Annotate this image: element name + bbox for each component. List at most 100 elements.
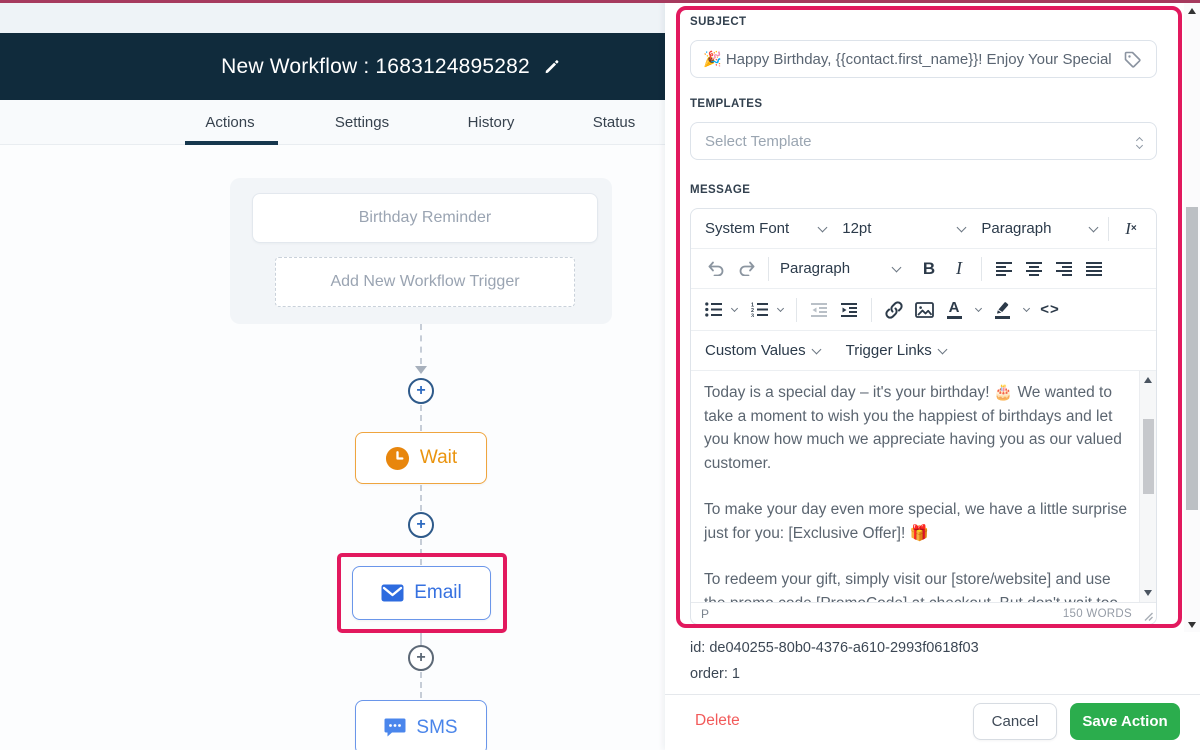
rich-text-editor: System Font 12pt Paragraph I× xyxy=(690,208,1157,625)
align-center-icon xyxy=(1026,262,1043,276)
numbered-list-options-button[interactable] xyxy=(771,295,789,325)
indent-button[interactable] xyxy=(834,295,864,325)
tab-status[interactable]: Status xyxy=(593,100,636,145)
numbered-list-button[interactable]: 123 xyxy=(747,295,771,325)
chevron-down-icon xyxy=(892,262,902,272)
add-step-button-1[interactable]: + xyxy=(408,378,434,404)
link-icon xyxy=(885,301,903,319)
highlighter-icon xyxy=(994,301,1010,314)
action-settings-panel: SUBJECT TEMPLATES Select Template MESSAG… xyxy=(665,0,1200,750)
add-step-button-3[interactable]: + xyxy=(408,645,434,671)
font-size-select[interactable]: 12pt xyxy=(838,220,969,237)
element-path: P xyxy=(701,607,709,621)
scroll-up-icon xyxy=(1188,8,1196,14)
subject-label: SUBJECT xyxy=(690,16,746,28)
align-center-button[interactable] xyxy=(1019,254,1049,284)
redo-button[interactable] xyxy=(731,254,761,284)
pencil-icon xyxy=(544,59,559,74)
left-top-strip xyxy=(0,3,665,33)
word-count: 150 WORDS xyxy=(1063,608,1148,620)
undo-button[interactable] xyxy=(701,254,731,284)
custom-values-dropdown[interactable]: Custom Values xyxy=(705,342,820,359)
source-code-button[interactable]: <> xyxy=(1035,295,1065,325)
text-color-options-button[interactable] xyxy=(969,295,987,325)
workflow-canvas: Birthday Reminder Add New Workflow Trigg… xyxy=(0,145,665,750)
toolbar-row-1: System Font 12pt Paragraph I× xyxy=(691,209,1156,249)
edit-title-button[interactable] xyxy=(544,59,559,74)
delete-button[interactable]: Delete xyxy=(695,712,740,730)
workflow-canvas-column: New Workflow : 1683124895282 Actions Set… xyxy=(0,0,665,750)
email-node[interactable]: Email xyxy=(352,566,491,620)
connector-line xyxy=(420,672,422,698)
scroll-up-icon xyxy=(1144,377,1152,383)
tab-actions[interactable]: Actions xyxy=(205,100,254,145)
template-select[interactable]: Select Template xyxy=(690,122,1157,160)
highlight-color-button[interactable] xyxy=(987,295,1017,325)
connector-line xyxy=(420,405,422,431)
workflow-header: New Workflow : 1683124895282 xyxy=(0,33,665,100)
bold-button[interactable]: B xyxy=(914,254,944,284)
toolbar-row-3: 123 A xyxy=(691,289,1156,331)
cancel-button[interactable]: Cancel xyxy=(973,703,1057,740)
image-icon xyxy=(915,302,934,318)
undo-icon xyxy=(708,261,725,276)
add-new-workflow-trigger-button[interactable]: Add New Workflow Trigger xyxy=(275,257,575,307)
action-id-text: id: de040255-80b0-4376-a610-2993f0618f03 xyxy=(690,640,979,656)
outdent-button[interactable] xyxy=(804,295,834,325)
scrollbar-thumb xyxy=(1143,419,1154,494)
align-right-button[interactable] xyxy=(1049,254,1079,284)
paragraph-format-select[interactable]: Paragraph xyxy=(776,260,904,277)
align-justify-icon xyxy=(1086,262,1103,276)
clear-formatting-button[interactable]: I× xyxy=(1116,214,1146,244)
chevron-down-icon xyxy=(818,222,828,232)
connector-line xyxy=(420,324,422,364)
bullet-list-button[interactable] xyxy=(701,295,725,325)
action-order-text: order: 1 xyxy=(690,666,740,682)
chevron-down-icon xyxy=(937,344,947,354)
text-color-button[interactable]: A xyxy=(939,295,969,325)
template-select-placeholder: Select Template xyxy=(705,133,811,150)
message-scrollbar[interactable] xyxy=(1139,371,1156,602)
chevron-down-icon xyxy=(811,344,821,354)
message-editable-text[interactable]: Today is a special day – it's your birth… xyxy=(691,371,1139,602)
chevron-down-icon xyxy=(1022,304,1029,311)
resize-handle-icon[interactable] xyxy=(1144,612,1153,621)
font-family-select[interactable]: System Font xyxy=(701,220,830,237)
custom-values-tag-icon[interactable] xyxy=(1123,50,1142,69)
add-step-button-2[interactable]: + xyxy=(408,512,434,538)
message-paragraph: To redeem your gift, simply visit our [s… xyxy=(704,568,1133,602)
insert-image-button[interactable] xyxy=(909,295,939,325)
panel-scrollbar[interactable] xyxy=(1184,0,1200,632)
redo-icon xyxy=(738,261,755,276)
toolbar-row-4: Custom Values Trigger Links xyxy=(691,331,1156,371)
align-left-button[interactable] xyxy=(989,254,1019,284)
top-accent-stripe xyxy=(0,0,1200,3)
connector-line xyxy=(420,539,422,565)
tab-history[interactable]: History xyxy=(468,100,515,145)
wait-node[interactable]: Wait xyxy=(355,432,487,484)
italic-button[interactable]: I xyxy=(944,254,974,284)
insert-link-button[interactable] xyxy=(879,295,909,325)
message-body-area: Today is a special day – it's your birth… xyxy=(691,371,1156,602)
highlight-options-button[interactable] xyxy=(1017,295,1035,325)
scroll-down-icon xyxy=(1188,622,1196,628)
toolbar-separator xyxy=(768,257,769,281)
trigger-node-birthday-reminder[interactable]: Birthday Reminder xyxy=(252,193,598,243)
outdent-icon xyxy=(811,303,828,317)
format-select[interactable]: Paragraph xyxy=(977,220,1101,237)
sms-node[interactable]: SMS xyxy=(355,700,487,750)
trigger-links-dropdown[interactable]: Trigger Links xyxy=(846,342,946,359)
message-label: MESSAGE xyxy=(690,184,750,196)
tab-settings[interactable]: Settings xyxy=(335,100,389,145)
align-justify-button[interactable] xyxy=(1079,254,1109,284)
bullet-list-options-button[interactable] xyxy=(725,295,743,325)
indent-icon xyxy=(841,303,858,317)
chevron-down-icon xyxy=(776,304,783,311)
chevron-down-icon xyxy=(1089,222,1099,232)
envelope-icon xyxy=(381,584,404,602)
connector-line xyxy=(420,485,422,511)
subject-input[interactable] xyxy=(690,40,1157,78)
save-action-button[interactable]: Save Action xyxy=(1070,703,1180,740)
clock-icon xyxy=(385,446,410,471)
connector-arrow-icon xyxy=(415,366,427,374)
